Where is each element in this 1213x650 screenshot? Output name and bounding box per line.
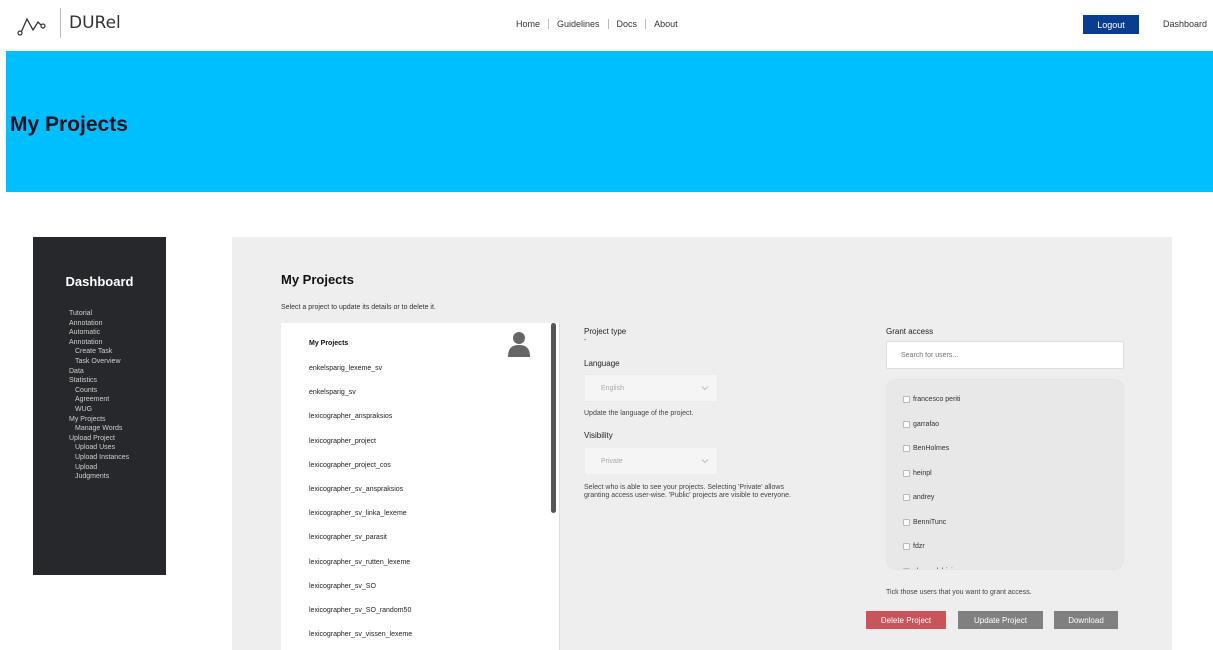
language-selected-value: English <box>601 385 624 392</box>
user-access-checkbox[interactable] <box>903 518 910 526</box>
sidebar-title: Dashboard <box>65 274 134 289</box>
user-access-checkbox[interactable] <box>903 494 910 501</box>
visibility-select[interactable]: Private <box>584 447 718 475</box>
main-nav: Home Guidelines Docs About <box>508 19 686 29</box>
project-list-item[interactable]: lexicographer_project_cos <box>309 461 539 485</box>
durel-logo-icon[interactable] <box>16 11 48 37</box>
user-access-row[interactable]: fdzr <box>903 543 925 550</box>
project-list-item[interactable]: lexicographer_sv_rutten_lexeme <box>309 558 539 582</box>
nav-docs[interactable]: Docs <box>609 19 646 29</box>
page-banner: My Projects <box>6 51 1213 192</box>
sidebar-item[interactable]: Upload <box>33 463 166 473</box>
user-access-checkbox[interactable] <box>903 420 910 428</box>
user-name: andrey <box>913 494 935 501</box>
language-help: Update the language of the project. <box>584 410 694 417</box>
dashboard-sidebar: Dashboard Tutorial Annotation Automatic Ann… <box>33 237 166 575</box>
sidebar-item[interactable]: Manage Words <box>33 424 166 434</box>
project-type-label: Project type <box>584 327 627 336</box>
visibility-selected-value: Private <box>601 458 623 465</box>
project-list-item[interactable]: enkelsparig_sv <box>309 388 539 412</box>
user-access-checkbox[interactable] <box>903 469 910 477</box>
user-access-row[interactable]: BenniTunc <box>903 518 947 526</box>
user-avatar-icon <box>508 332 530 357</box>
project-list-item[interactable]: lexicographer_project <box>309 437 539 461</box>
visibility-label: Visibility <box>584 431 613 440</box>
sidebar-item[interactable]: Task Overview <box>33 357 166 367</box>
project-list-header: My Projects <box>309 340 349 347</box>
sidebar-item[interactable]: Data <box>33 367 166 377</box>
project-list-scrollbar[interactable] <box>551 323 556 513</box>
sidebar-item[interactable]: Upload Instances <box>33 453 166 463</box>
user-name: francesco periti <box>913 396 961 403</box>
chevron-down-icon <box>701 386 709 391</box>
user-access-checkbox[interactable] <box>903 396 910 403</box>
page-title: My Projects <box>10 113 128 136</box>
user-access-row[interactable]: francesco periti <box>903 396 960 403</box>
sidebar-item[interactable]: Counts <box>33 386 166 396</box>
project-list-item[interactable]: lexicographer_sv_SO_random50 <box>309 606 539 630</box>
dashboard-link[interactable]: Dashboard <box>1163 19 1207 29</box>
top-navbar: DURel Home Guidelines Docs About Logout … <box>0 0 1213 50</box>
project-type-value: - <box>584 337 587 344</box>
sidebar-item[interactable]: Annotation <box>33 338 166 348</box>
project-items: enkelsparig_lexeme_sv enkelsparig_sv lexic… <box>309 364 539 650</box>
user-access-row[interactable]: heinpl <box>903 469 932 477</box>
chevron-down-icon <box>701 459 709 464</box>
nav-about[interactable]: About <box>646 19 686 29</box>
user-name: heinpl <box>913 469 932 477</box>
user-access-row[interactable]: andrey <box>903 494 934 501</box>
sidebar-item[interactable]: Automatic <box>33 328 166 338</box>
panel-title: My Projects <box>281 272 354 287</box>
user-access-checkbox[interactable] <box>903 543 910 550</box>
logout-button[interactable]: Logout <box>1083 15 1139 34</box>
user-access-row[interactable]: garrafao <box>903 420 940 428</box>
sidebar-item[interactable]: Agreement <box>33 395 166 405</box>
user-checkbox-list[interactable]: francesco periti garrafao BenHolmes heinpl a… <box>886 379 1124 570</box>
user-search-input[interactable] <box>886 341 1124 369</box>
sidebar-item[interactable]: Upload Project <box>33 434 166 444</box>
user-access-checkbox[interactable] <box>903 567 910 569</box>
user-name: BenHolmes <box>913 445 950 452</box>
sidebar-item[interactable]: Annotation <box>33 319 166 329</box>
project-list-item[interactable]: enkelsparig_lexeme_sv <box>309 364 539 388</box>
sidebar-item[interactable]: Tutorial <box>33 309 166 319</box>
sidebar-item[interactable]: My Projects <box>33 415 166 425</box>
language-label: Language <box>584 359 620 368</box>
project-list-item[interactable]: lexicographer_sv_anspraksios <box>309 485 539 509</box>
projects-panel: My Projects Select a project to update i… <box>232 237 1172 650</box>
user-access-checkbox[interactable] <box>903 445 910 452</box>
delete-project-button[interactable]: Delete Project <box>866 611 946 629</box>
project-list-item[interactable]: lexicographer_sv_linka_lexeme <box>309 509 539 533</box>
user-access-row[interactable]: BenHolmes <box>903 445 949 452</box>
grant-access-label: Grant access <box>886 327 934 336</box>
sidebar-item[interactable]: Create Task <box>33 347 166 357</box>
user-name: BenniTunc <box>913 518 947 526</box>
user-name: fdzr <box>913 543 925 550</box>
language-select[interactable]: English <box>584 374 718 402</box>
sidebar-item[interactable]: Upload Uses <box>33 443 166 453</box>
project-list-item[interactable]: lexicographer_sv_SO <box>309 582 539 606</box>
project-list-item[interactable]: lexicographer_sv_vissen_lexeme <box>309 630 539 650</box>
project-list-item[interactable]: lexicographer_anspraksios <box>309 412 539 436</box>
panel-subtitle: Select a project to update its details o… <box>281 304 436 311</box>
logo-divider <box>60 8 61 38</box>
user-access-row[interactable]: ck.cavalchini <box>903 567 953 570</box>
nav-home[interactable]: Home <box>508 19 548 29</box>
user-name: ck.cavalchini <box>913 568 953 570</box>
visibility-help-line-2: granting access user-wise. 'Public' proj… <box>584 492 791 499</box>
sidebar-item[interactable]: Statistics <box>33 376 166 386</box>
download-button[interactable]: Download <box>1054 611 1118 629</box>
sidebar-item[interactable]: Judgments <box>33 472 166 482</box>
brand-name[interactable]: DURel <box>69 13 121 33</box>
sidebar-menu: Tutorial Annotation Automatic Annotation Cre… <box>33 309 166 482</box>
sidebar-item[interactable]: WUG <box>33 405 166 415</box>
project-list-item[interactable]: lexicographer_sv_parasit <box>309 533 539 557</box>
user-name: garrafao <box>913 420 940 428</box>
project-list[interactable]: My Projects enkelsparig_lexeme_sv enkelsp… <box>281 323 560 650</box>
nav-guidelines[interactable]: Guidelines <box>549 19 608 29</box>
update-project-button[interactable]: Update Project <box>958 611 1043 629</box>
grant-access-help: Tick those users that you want to grant … <box>886 589 1032 596</box>
